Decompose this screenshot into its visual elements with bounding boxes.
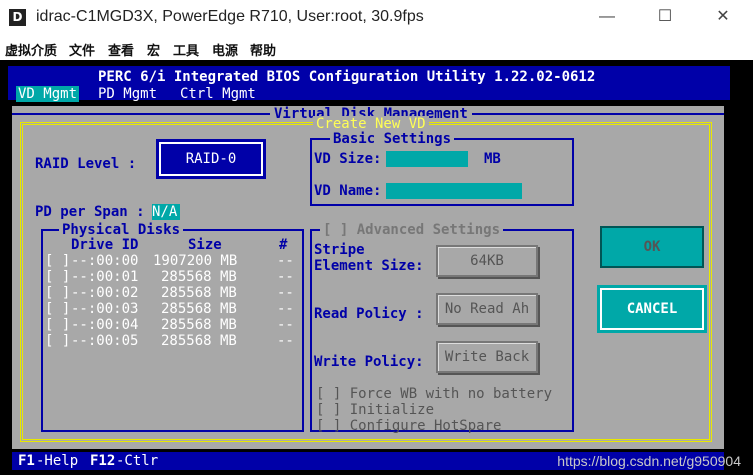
- key-f12-action: -Ctlr: [116, 453, 159, 469]
- raid-level-label: RAID Level :: [35, 156, 137, 172]
- disk-num: --: [277, 269, 294, 285]
- window-titlebar: D idrac-C1MGD3X, PowerEdge R710, User:ro…: [0, 0, 753, 36]
- disk-num: --: [277, 285, 294, 301]
- stripe-size-button[interactable]: 64KB: [436, 245, 538, 277]
- ok-button[interactable]: OK: [600, 226, 704, 268]
- disk-size: 285568 MB: [161, 333, 237, 349]
- tab-vd-mgmt[interactable]: VD Mgmt: [16, 86, 80, 102]
- write-policy-label: Write Policy:: [314, 354, 424, 370]
- disk-size: 285568 MB: [161, 269, 237, 285]
- option-force-wb[interactable]: [ ] Force WB with no battery: [316, 386, 552, 402]
- disk-checkbox[interactable]: [ ]: [45, 317, 70, 333]
- col-size: Size: [188, 237, 222, 253]
- stripe-label: Stripe: [314, 242, 365, 258]
- menu-view[interactable]: 查看: [108, 40, 134, 59]
- tab-ctrl-mgmt[interactable]: Ctrl Mgmt: [180, 86, 256, 102]
- close-icon[interactable]: ✕: [708, 5, 738, 29]
- vd-size-unit: MB: [484, 151, 501, 167]
- disk-id: --:00:00: [71, 253, 139, 269]
- disk-num: --: [277, 333, 294, 349]
- read-policy-label: Read Policy :: [314, 306, 424, 322]
- disk-checkbox[interactable]: [ ]: [45, 253, 70, 269]
- bios-header: PERC 6/i Integrated BIOS Configuration U…: [8, 66, 730, 102]
- col-num: #: [279, 237, 288, 253]
- menu-file[interactable]: 文件: [69, 40, 95, 59]
- pd-per-span-field[interactable]: N/A: [152, 204, 180, 220]
- vd-size-input[interactable]: [386, 151, 468, 167]
- raid-level-button[interactable]: RAID-0: [159, 142, 263, 176]
- option-configure-hotspare[interactable]: [ ] Configure HotSpare: [316, 418, 501, 434]
- disk-size: 285568 MB: [161, 301, 237, 317]
- disk-id: --:00:03: [71, 301, 139, 317]
- minimize-icon[interactable]: —: [592, 5, 622, 29]
- disk-id: --:00:05: [71, 333, 139, 349]
- disk-num: --: [277, 301, 294, 317]
- physical-disks-group: Physical Disks Drive ID Size # [ ] --:00…: [41, 222, 304, 432]
- disk-size: 1907200 MB: [153, 253, 238, 269]
- key-f1: F1: [18, 453, 35, 469]
- bios-title: PERC 6/i Integrated BIOS Configuration U…: [98, 69, 596, 85]
- basic-settings-title: Basic Settings: [330, 131, 455, 147]
- key-f1-action: -Help: [36, 453, 79, 469]
- disk-checkbox[interactable]: [ ]: [45, 285, 70, 301]
- advanced-settings-title[interactable]: [ ] Advanced Settings: [320, 222, 504, 238]
- tab-pd-mgmt[interactable]: PD Mgmt: [98, 86, 157, 102]
- disk-checkbox[interactable]: [ ]: [45, 333, 70, 349]
- disk-checkbox[interactable]: [ ]: [45, 301, 70, 317]
- vd-name-input[interactable]: [386, 183, 522, 199]
- col-drive-id: Drive ID: [71, 237, 139, 253]
- key-f12: F12: [90, 453, 116, 469]
- physical-disks-title: Physical Disks: [59, 222, 184, 238]
- disk-size: 285568 MB: [161, 317, 237, 333]
- maximize-icon[interactable]: ☐: [650, 5, 680, 29]
- window-title: idrac-C1MGD3X, PowerEdge R710, User:root…: [36, 8, 424, 25]
- virtual-disk-management-panel: Virtual Disk Management Create New VD RA…: [12, 106, 724, 449]
- disk-size: 285568 MB: [161, 285, 237, 301]
- console-screen: PERC 6/i Integrated BIOS Configuration U…: [0, 60, 753, 475]
- app-icon: D: [9, 9, 26, 26]
- disk-id: --:00:01: [71, 269, 139, 285]
- element-size-label: Element Size:: [314, 258, 424, 274]
- read-policy-button[interactable]: No Read Ah: [436, 293, 538, 325]
- disk-id: --:00:02: [71, 285, 139, 301]
- pd-per-span-label: PD per Span :: [35, 204, 145, 220]
- menu-bar: 虚拟介质 文件 查看 宏 工具 电源 帮助: [0, 36, 753, 60]
- cancel-button[interactable]: CANCEL: [600, 288, 704, 330]
- menu-virtual-media[interactable]: 虚拟介质: [5, 40, 57, 59]
- menu-help[interactable]: 帮助: [250, 40, 276, 59]
- option-initialize[interactable]: [ ] Initialize: [316, 402, 434, 418]
- disk-num: --: [277, 317, 294, 333]
- disk-id: --:00:04: [71, 317, 139, 333]
- write-policy-button[interactable]: Write Back: [436, 341, 538, 373]
- basic-settings-group: Basic Settings VD Size: MB VD Name:: [310, 131, 574, 206]
- watermark: https://blog.csdn.net/g950904: [557, 453, 741, 469]
- advanced-settings-group: [ ] Advanced Settings Stripe Element Siz…: [310, 222, 574, 434]
- vd-name-label: VD Name:: [314, 183, 382, 199]
- vd-size-label: VD Size:: [314, 151, 382, 167]
- disk-checkbox[interactable]: [ ]: [45, 269, 70, 285]
- menu-macro[interactable]: 宏: [147, 40, 160, 59]
- dialog-title: Create New VD: [313, 116, 429, 132]
- disk-num: --: [277, 253, 294, 269]
- create-vd-dialog: Create New VD RAID Level : RAID-0 PD per…: [20, 116, 712, 442]
- menu-power[interactable]: 电源: [212, 40, 238, 59]
- menu-tools[interactable]: 工具: [173, 40, 199, 59]
